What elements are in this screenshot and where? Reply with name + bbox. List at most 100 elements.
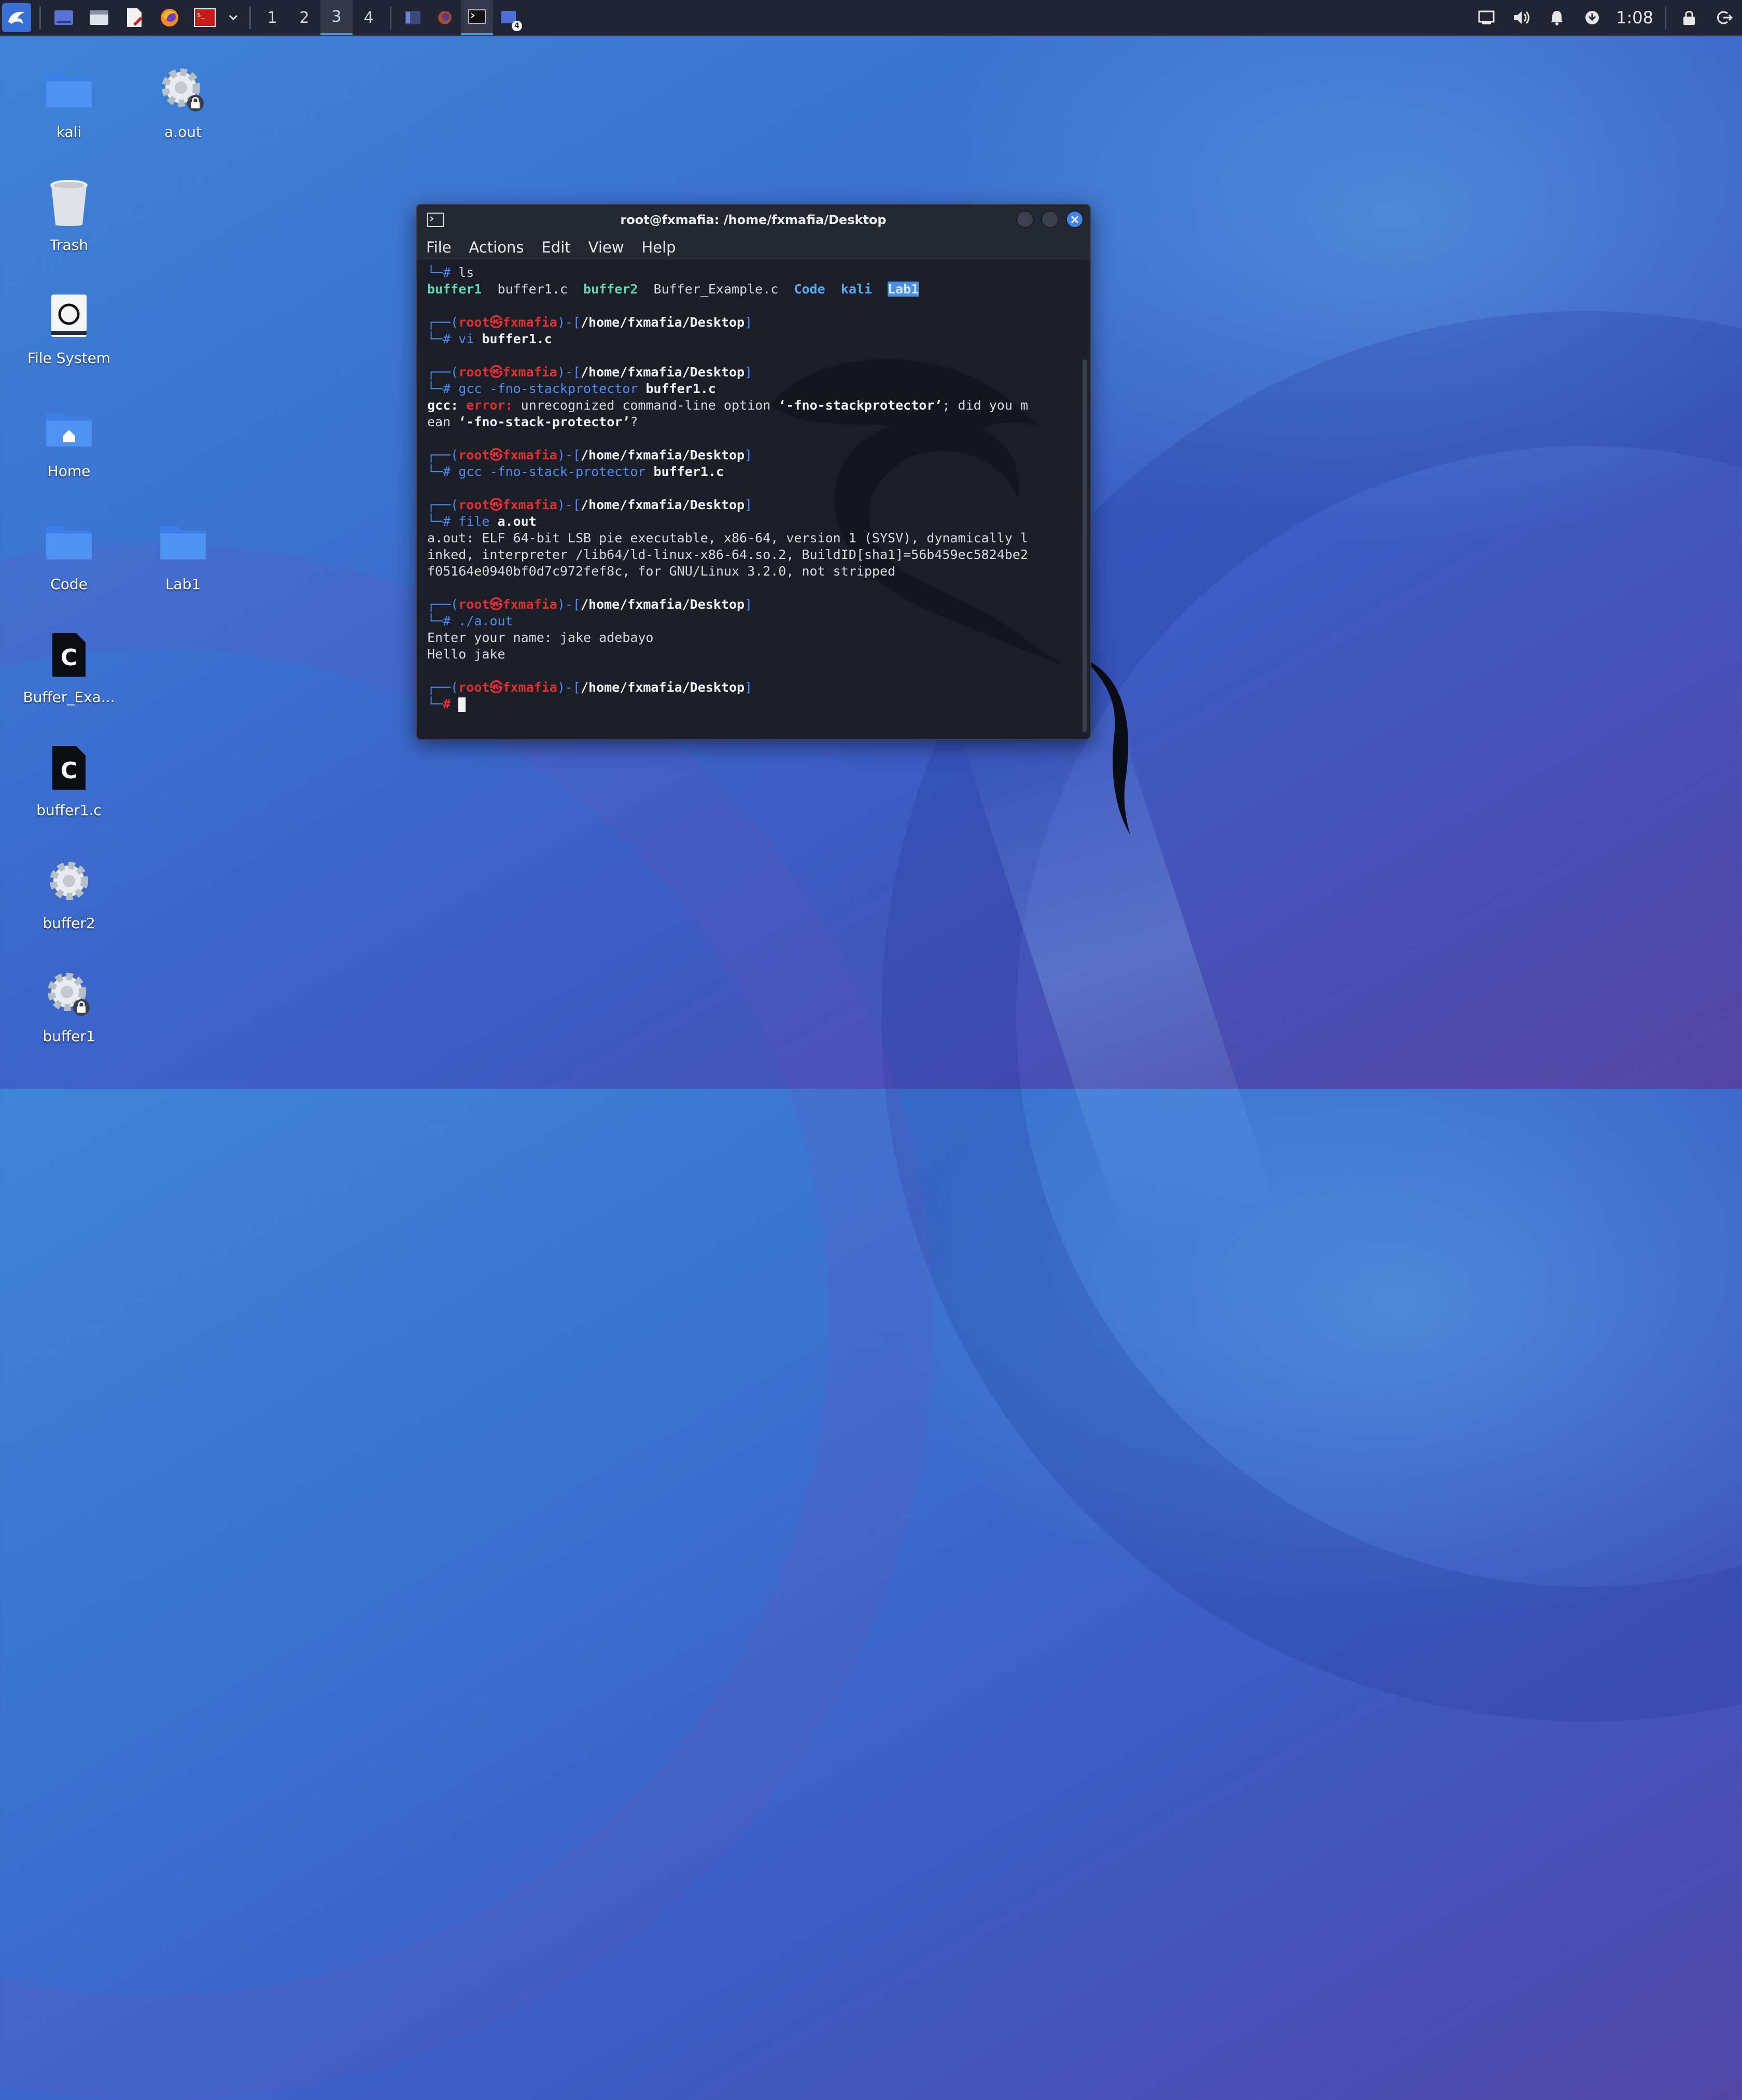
file-manager-icon xyxy=(90,10,108,25)
c-file-icon: C xyxy=(40,626,97,683)
top-panel: $_ 1 2 3 4 4 1:08 xyxy=(0,0,1742,36)
menu-help[interactable]: Help xyxy=(641,239,676,256)
gear-lock-icon xyxy=(40,965,97,1023)
c-file-icon: C xyxy=(40,739,97,796)
svg-text:C: C xyxy=(61,758,77,784)
desktop-icon-label: Home xyxy=(47,463,91,480)
logout-icon xyxy=(1717,11,1733,24)
task-window-1[interactable] xyxy=(397,0,429,35)
file-manager-launcher[interactable] xyxy=(85,3,114,32)
desktop-icon-trash[interactable]: Trash xyxy=(15,174,123,254)
output-line: Hello jake xyxy=(427,647,505,662)
drive-icon xyxy=(40,287,97,344)
folder-icon xyxy=(154,513,212,570)
close-button[interactable]: × xyxy=(1066,211,1084,228)
show-desktop-button[interactable] xyxy=(49,3,78,32)
command-line: └─# file a.out xyxy=(427,514,537,529)
text-editor-icon xyxy=(127,8,143,27)
desktop-icon-a-out[interactable]: a.out xyxy=(129,61,237,141)
desktop-icon-label: Buffer_Exa... xyxy=(23,689,115,706)
folder-icon xyxy=(40,61,97,118)
close-icon: × xyxy=(1069,212,1080,227)
lock-icon xyxy=(1683,11,1695,25)
ls-output: buffer1 buffer1.c buffer2 Buffer_Example… xyxy=(427,282,919,297)
desktop-icon-home[interactable]: Home xyxy=(15,400,123,480)
workspace-1[interactable]: 1 xyxy=(256,0,288,35)
prompt-line: ┌──(root㉿fxmafia)-[/home/fxmafia/Desktop… xyxy=(427,680,753,695)
maximize-button[interactable] xyxy=(1041,211,1059,228)
menu-edit[interactable]: Edit xyxy=(541,239,570,256)
output-line: f05164e0940bf0d7c972fef8c, for GNU/Linux… xyxy=(427,564,896,579)
prompt-line: ┌──(root㉿fxmafia)-[/home/fxmafia/Desktop… xyxy=(427,497,753,512)
desktop-icon-buffer1[interactable]: buffer1 xyxy=(15,965,123,1045)
folder-icon xyxy=(40,513,97,570)
display-button[interactable] xyxy=(1469,0,1504,35)
desktop-icon xyxy=(54,10,73,25)
task-window-group[interactable]: 4 xyxy=(493,0,525,35)
desktop-icon-label: Trash xyxy=(50,236,88,254)
menu-view[interactable]: View xyxy=(588,239,624,256)
window-panel-icon xyxy=(405,11,420,24)
workspace-4[interactable]: 4 xyxy=(353,0,385,35)
desktop-icon-label: buffer1 xyxy=(43,1028,95,1045)
menu-actions[interactable]: Actions xyxy=(469,239,524,256)
terminal-red-icon: $_ xyxy=(194,8,216,27)
text-editor-launcher[interactable] xyxy=(120,3,149,32)
desktop-icon-buffer-example[interactable]: C Buffer_Exa... xyxy=(15,626,123,706)
desktop-icon-buffer1-c[interactable]: C buffer1.c xyxy=(15,739,123,819)
chevron-down-icon xyxy=(229,15,238,21)
output-line: Enter your name: jake adebayo xyxy=(427,630,654,645)
workspace-3[interactable]: 3 xyxy=(320,0,353,35)
command-line: └─# gcc -fno-stackprotector buffer1.c xyxy=(427,381,716,396)
home-folder-icon xyxy=(40,400,97,457)
desktop-icon-lab1[interactable]: Lab1 xyxy=(129,513,237,593)
prompt-line: ┌──(root㉿fxmafia)-[/home/fxmafia/Desktop… xyxy=(427,597,753,612)
workspace-2[interactable]: 2 xyxy=(288,0,320,35)
terminal-window[interactable]: root@fxmafia: /home/fxmafia/Desktop × Fi… xyxy=(416,204,1091,740)
desktop-icon-code[interactable]: Code xyxy=(15,513,123,593)
desktop-icon-label: File System xyxy=(27,349,111,367)
desktop-icon-kali[interactable]: kali xyxy=(15,61,123,141)
prompt-line: ┌──(root㉿fxmafia)-[/home/fxmafia/Desktop… xyxy=(427,315,753,330)
task-window-firefox[interactable] xyxy=(429,0,461,35)
desktop-icon-label: buffer2 xyxy=(43,915,95,932)
firefox-launcher[interactable] xyxy=(155,3,184,32)
terminal-launcher[interactable]: $_ xyxy=(190,3,219,32)
desktop-icon-file-system[interactable]: File System xyxy=(15,287,123,367)
logout-button[interactable] xyxy=(1707,0,1742,35)
firefox-icon xyxy=(161,9,178,26)
task-count-badge: 4 xyxy=(512,21,522,31)
network-icon xyxy=(1585,11,1599,24)
gear-icon xyxy=(40,852,97,909)
svg-text:C: C xyxy=(61,645,77,671)
desktop-icon-label: kali xyxy=(56,123,82,141)
minimize-button[interactable] xyxy=(1016,211,1034,228)
command-line: └─# vi buffer1.c xyxy=(427,331,552,346)
lock-screen-button[interactable] xyxy=(1671,0,1707,35)
launcher-dropdown[interactable] xyxy=(226,3,241,32)
desktop-icon-label: Code xyxy=(50,576,88,593)
trash-icon xyxy=(40,174,97,231)
notifications-button[interactable] xyxy=(1539,0,1575,35)
command-line: └─# ./a.out xyxy=(427,613,513,628)
kali-menu-button[interactable] xyxy=(2,3,31,32)
prompt-line: ┌──(root㉿fxmafia)-[/home/fxmafia/Desktop… xyxy=(427,365,753,380)
firefox-icon xyxy=(438,11,452,24)
terminal-scrollbar[interactable] xyxy=(1083,359,1087,733)
desktop-icon-buffer2[interactable]: buffer2 xyxy=(15,852,123,932)
volume-icon xyxy=(1514,11,1530,24)
clock[interactable]: 1:08 xyxy=(1616,8,1653,27)
volume-button[interactable] xyxy=(1504,0,1539,35)
network-button[interactable] xyxy=(1575,0,1610,35)
svg-text:$_: $_ xyxy=(197,11,205,19)
error-line: ean ‘-fno-stack-protector’? xyxy=(427,414,638,429)
display-icon xyxy=(1478,10,1495,24)
desktop-icon-label: Lab1 xyxy=(165,576,201,593)
terminal-output[interactable]: └─# ls buffer1 buffer1.c buffer2 Buffer_… xyxy=(417,260,1090,735)
window-title: root@fxmafia: /home/fxmafia/Desktop xyxy=(620,213,887,227)
terminal-titlebar[interactable]: root@fxmafia: /home/fxmafia/Desktop × xyxy=(417,205,1090,235)
menu-file[interactable]: File xyxy=(426,239,452,256)
task-window-terminal[interactable] xyxy=(461,0,493,35)
active-prompt-line[interactable]: └─# xyxy=(427,696,1079,712)
desktop-icon-label: buffer1.c xyxy=(36,802,102,819)
